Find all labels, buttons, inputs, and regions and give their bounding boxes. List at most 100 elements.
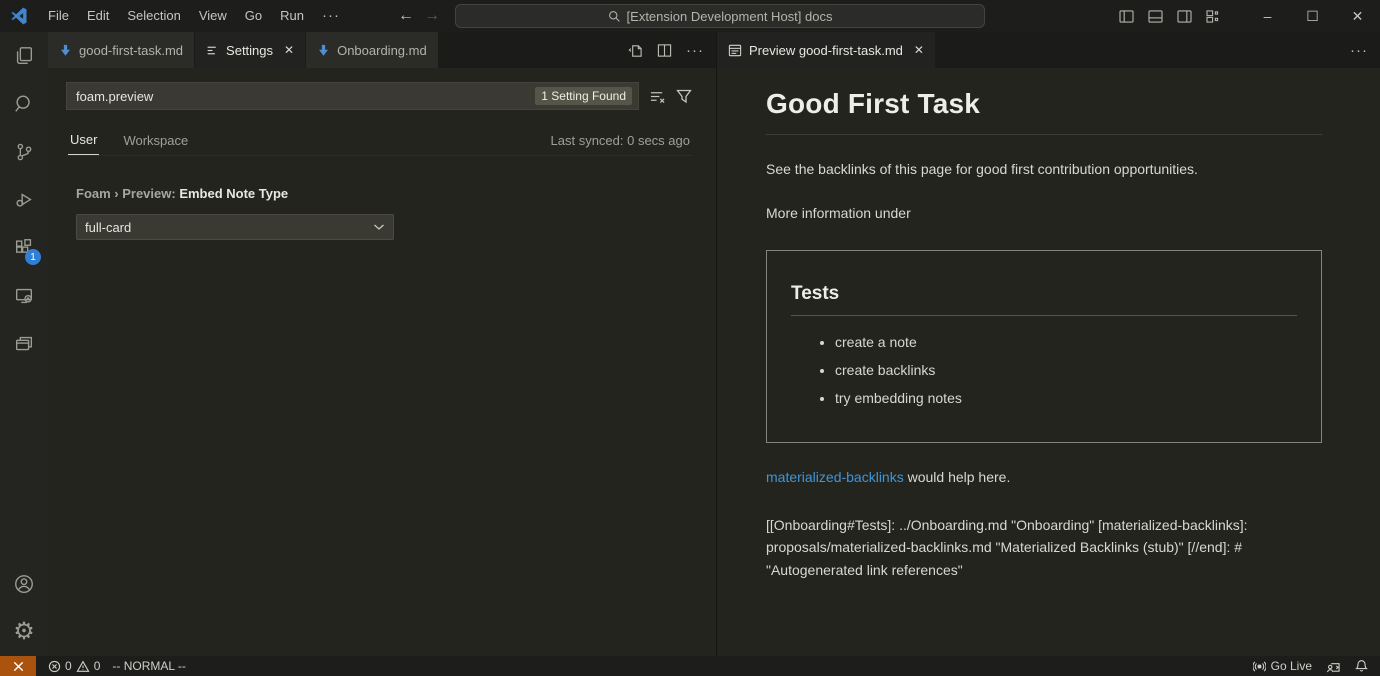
tab-label: Settings <box>226 43 273 58</box>
preview-paragraph-1: See the backlinks of this page for good … <box>766 159 1322 179</box>
settings-scope-tabs: User Workspace Last synced: 0 secs ago <box>66 126 692 156</box>
nav-back-icon[interactable]: ← <box>398 7 414 25</box>
customize-layout-icon[interactable] <box>1206 10 1221 23</box>
menu-view[interactable]: View <box>190 0 236 32</box>
tab-label: Onboarding.md <box>337 43 427 58</box>
activity-bar: 1 ⚙ <box>0 32 48 656</box>
toggle-panel-icon[interactable] <box>1148 10 1163 23</box>
menu-run[interactable]: Run <box>271 0 313 32</box>
tab-settings[interactable]: Settings ✕ <box>195 32 306 68</box>
open-settings-json-icon[interactable] <box>628 43 643 58</box>
scope-tab-user[interactable]: User <box>68 126 99 155</box>
nav-forward-icon[interactable]: → <box>424 7 440 25</box>
list-item: create a note <box>835 332 1297 352</box>
markdown-preview: Good First Task See the backlinks of thi… <box>717 68 1380 656</box>
tab-bar-right: Preview good-first-task.md ✕ ··· <box>717 32 1380 68</box>
editor-group-left: good-first-task.md Settings ✕ Onboarding… <box>48 32 716 656</box>
select-value: full-card <box>85 220 131 235</box>
settings-editor: foam.preview 1 Setting Found User Worksp… <box>48 68 716 656</box>
card-title: Tests <box>791 283 1297 305</box>
account-icon[interactable] <box>0 560 48 608</box>
materialized-backlinks-link[interactable]: materialized-backlinks <box>766 469 904 485</box>
setting-item-embed-note-type: Foam › Preview: Embed Note Type full-car… <box>66 186 692 240</box>
remote-explorer-icon[interactable] <box>0 272 48 320</box>
more-actions-icon[interactable]: ··· <box>1350 42 1368 59</box>
go-live-button[interactable]: Go Live <box>1253 659 1312 673</box>
link-suffix: would help here. <box>904 469 1011 485</box>
menu-file[interactable]: File <box>39 0 78 32</box>
clear-filters-icon[interactable] <box>649 89 666 104</box>
run-debug-icon[interactable] <box>0 176 48 224</box>
problems-indicator[interactable]: 0 0 <box>48 659 100 673</box>
tab-label: good-first-task.md <box>79 43 183 58</box>
windows-icon[interactable] <box>0 320 48 368</box>
tab-close-icon[interactable]: ✕ <box>284 43 294 57</box>
go-live-label: Go Live <box>1271 659 1312 673</box>
remote-icon <box>12 660 25 673</box>
embedded-note-card: Tests create a note create backlinks try… <box>766 250 1322 444</box>
card-list: create a note create backlinks try embed… <box>791 332 1297 409</box>
broadcast-icon <box>1253 660 1266 673</box>
settings-search-value: foam.preview <box>76 89 535 104</box>
menu-go[interactable]: Go <box>236 0 271 32</box>
menu-more-icon[interactable]: ··· <box>313 0 349 32</box>
menu-bar: File Edit Selection View Go Run ··· <box>39 0 349 32</box>
command-center-search[interactable]: [Extension Development Host] docs <box>455 4 985 28</box>
divider <box>766 134 1322 135</box>
tab-close-icon[interactable]: ✕ <box>914 43 924 57</box>
embed-note-type-select[interactable]: full-card <box>76 214 394 240</box>
vscode-logo-icon <box>9 6 29 26</box>
warning-count: 0 <box>94 659 101 673</box>
live-share-icon[interactable] <box>1326 660 1341 673</box>
preview-title: Good First Task <box>766 88 1322 120</box>
notifications-bell-icon[interactable] <box>1355 659 1368 673</box>
filter-icon[interactable] <box>676 89 692 104</box>
extensions-icon[interactable]: 1 <box>0 224 48 272</box>
menu-edit[interactable]: Edit <box>78 0 118 32</box>
toggle-secondary-sidebar-icon[interactable] <box>1177 10 1192 23</box>
tab-label: Preview good-first-task.md <box>749 43 903 58</box>
setting-category: Foam › Preview: <box>76 186 179 201</box>
window-close-button[interactable]: ✕ <box>1335 0 1380 32</box>
settings-search-input[interactable]: foam.preview 1 Setting Found <box>66 82 639 110</box>
title-bar: File Edit Selection View Go Run ··· ← → … <box>0 0 1380 32</box>
error-icon <box>48 660 61 673</box>
last-synced-label: Last synced: 0 secs ago <box>551 133 690 148</box>
list-item: try embedding notes <box>835 388 1297 408</box>
tab-bar-left: good-first-task.md Settings ✕ Onboarding… <box>48 32 716 68</box>
setting-name: Embed Note Type <box>179 186 288 201</box>
editor-group-right: Preview good-first-task.md ✕ ··· Good Fi… <box>716 32 1380 656</box>
divider <box>791 315 1297 316</box>
command-center-label: [Extension Development Host] docs <box>627 9 833 24</box>
tab-onboarding[interactable]: Onboarding.md <box>306 32 439 68</box>
source-control-icon[interactable] <box>0 128 48 176</box>
markdown-file-icon <box>59 44 72 57</box>
menu-selection[interactable]: Selection <box>118 0 189 32</box>
error-count: 0 <box>65 659 72 673</box>
settings-gear-icon[interactable]: ⚙ <box>0 608 48 656</box>
link-references-paragraph: [[Onboarding#Tests]: ../Onboarding.md "O… <box>766 514 1322 582</box>
preview-paragraph-2: More information under <box>766 203 1322 223</box>
warning-icon <box>76 660 90 673</box>
scope-tab-workspace[interactable]: Workspace <box>121 127 190 155</box>
list-item: create backlinks <box>835 360 1297 380</box>
window-maximize-button[interactable]: ☐ <box>1290 0 1335 32</box>
markdown-preview-icon <box>728 44 742 57</box>
tab-preview-good-first-task[interactable]: Preview good-first-task.md ✕ <box>717 32 936 68</box>
settings-result-count-badge: 1 Setting Found <box>535 87 632 105</box>
settings-editor-icon <box>206 44 219 57</box>
split-editor-icon[interactable] <box>657 43 672 58</box>
toggle-sidebar-icon[interactable] <box>1119 10 1134 23</box>
markdown-file-icon <box>317 44 330 57</box>
extensions-badge: 1 <box>25 249 41 265</box>
window-minimize-button[interactable]: – <box>1245 0 1290 32</box>
more-actions-icon[interactable]: ··· <box>686 42 704 59</box>
vim-mode-indicator[interactable]: -- NORMAL -- <box>112 659 186 673</box>
explorer-icon[interactable] <box>0 32 48 80</box>
status-bar: 0 0 -- NORMAL -- Go Live <box>0 656 1380 676</box>
tab-good-first-task[interactable]: good-first-task.md <box>48 32 195 68</box>
search-icon <box>608 10 621 23</box>
remote-indicator[interactable] <box>0 656 36 676</box>
link-paragraph: materialized-backlinks would help here. <box>766 467 1322 487</box>
search-view-icon[interactable] <box>0 80 48 128</box>
